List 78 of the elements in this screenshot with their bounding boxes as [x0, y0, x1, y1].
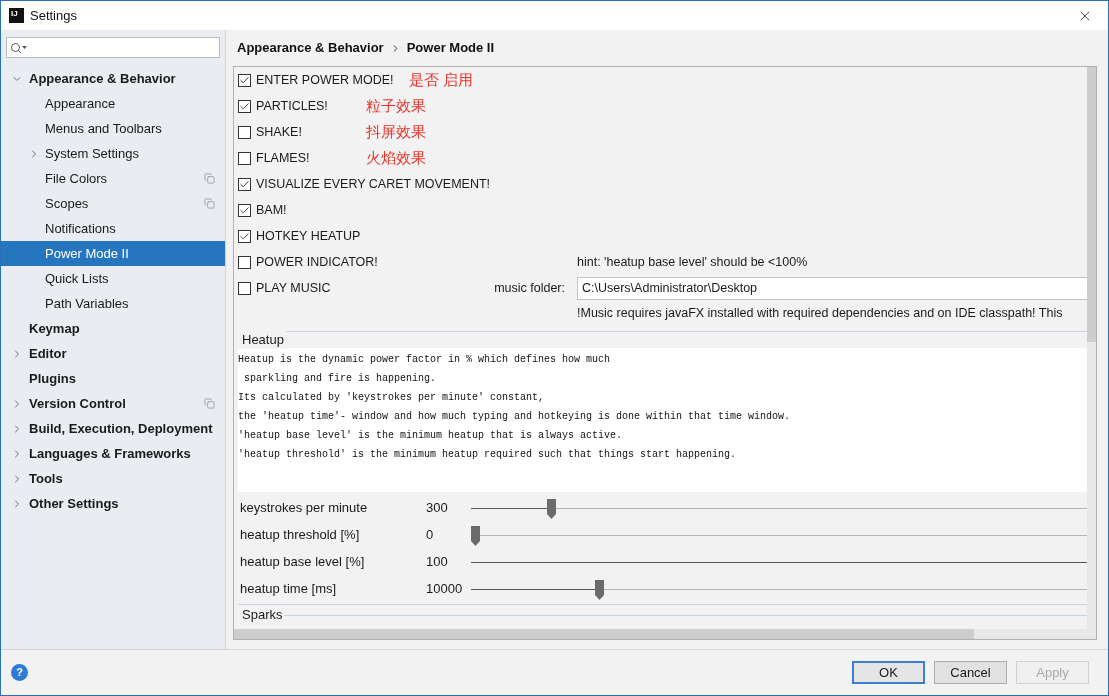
checkbox[interactable] — [238, 151, 251, 165]
hint-text: hint: 'heatup base level' should be <100% — [577, 253, 808, 271]
annotation-note: 粒子效果 — [366, 95, 426, 117]
checkbox[interactable] — [238, 99, 251, 113]
checkbox[interactable] — [238, 281, 251, 295]
tree-item[interactable]: System Settings — [1, 141, 225, 166]
tree-item[interactable]: Notifications — [1, 216, 225, 241]
checkbox-option[interactable]: VISUALIZE EVERY CARET MOVEMENT! — [238, 174, 489, 194]
group-title: Heatup — [238, 329, 286, 350]
horizontal-scrollbar[interactable] — [234, 629, 1087, 639]
slider-thumb[interactable] — [594, 579, 604, 600]
slider-label: heatup threshold [%] — [240, 525, 361, 544]
slider-reading: 300 — [426, 498, 449, 517]
tree-item[interactable]: Editor — [1, 341, 225, 366]
breadcrumb-item[interactable]: Power Mode II — [406, 38, 495, 58]
checkbox-option[interactable]: HOTKEY HEATUP — [238, 226, 361, 246]
description-line: 'heatup base level' is the minimum heatup that is always active. — [238, 429, 623, 443]
folder-field[interactable]: C:\Users\Administrator\Desktop — [577, 276, 1087, 300]
tree-item[interactable]: Appearance — [1, 91, 225, 116]
music-note: !Music requires javaFX installed with required dependencies and on IDE classpath! This — [577, 304, 1063, 322]
slider-track[interactable] — [471, 525, 1087, 544]
dialog-button[interactable]: OK — [852, 661, 925, 684]
slider-reading: 0 — [426, 525, 435, 544]
tree-item[interactable]: Build, Execution, Deployment — [1, 416, 225, 441]
checkbox[interactable] — [238, 229, 251, 243]
help-button[interactable]: ? — [11, 664, 28, 681]
checkbox[interactable] — [238, 125, 251, 139]
slider-reading: 100 — [426, 552, 449, 571]
description-line: Its calculated by 'keystrokes per minute' constant, — [238, 391, 545, 405]
dialog-button[interactable]: Cancel — [934, 661, 1007, 684]
checkbox-option[interactable]: ENTER POWER MODE! — [238, 70, 394, 90]
tree-item[interactable]: Path Variables — [1, 291, 225, 316]
slider-track[interactable] — [471, 498, 1087, 517]
checkbox[interactable] — [238, 73, 251, 87]
window-title: Settings — [30, 6, 77, 25]
annotation-note: 抖屏效果 — [366, 121, 426, 143]
tree-item[interactable]: Plugins — [1, 366, 225, 391]
description-line: Heatup is the dynamic power factor in % which defines how much — [238, 353, 611, 367]
tree-item[interactable]: Power Mode II — [1, 241, 225, 266]
description-line: 'heatup threshold' is the minimum heatup required such that things start happening. — [238, 448, 737, 462]
description-line: sparkling and fire is happening. — [243, 372, 437, 386]
tree-item[interactable]: Other Settings — [1, 491, 225, 516]
app-logo: IJ — [9, 8, 24, 23]
checkbox-option[interactable]: SHAKE! — [238, 122, 351, 142]
tree-item[interactable]: Version Control — [1, 391, 225, 416]
tree-item[interactable]: Quick Lists — [1, 266, 225, 291]
slider-label: heatup base level [%] — [240, 552, 366, 571]
checkbox-option[interactable]: PLAY MUSIC — [238, 278, 351, 298]
checkbox-option[interactable]: PARTICLES! — [238, 96, 351, 116]
checkbox-option[interactable]: FLAMES! — [238, 148, 351, 168]
dropdown-caret-icon — [22, 46, 27, 49]
group-title: Sparks — [241, 606, 283, 625]
tree-item[interactable]: Menus and Toolbars — [1, 116, 225, 141]
slider-label: keystrokes per minute — [240, 498, 369, 517]
search-field[interactable] — [6, 37, 220, 58]
tree-item[interactable]: Tools — [1, 466, 225, 491]
annotation-note: 火焰效果 — [366, 147, 426, 169]
breadcrumb-item[interactable]: Appearance & Behavior — [237, 38, 384, 58]
slider-thumb[interactable] — [547, 498, 557, 519]
tree-item[interactable]: Appearance & Behavior — [1, 66, 225, 91]
search-icon — [10, 41, 22, 54]
checkbox-option[interactable]: POWER INDICATOR! — [238, 252, 378, 272]
slider-thumb[interactable] — [471, 525, 480, 546]
tree-item[interactable]: File Colors — [1, 166, 225, 191]
tree-item[interactable]: Keymap — [1, 316, 225, 341]
tree-item[interactable]: Languages & Frameworks — [1, 441, 225, 466]
tree-item[interactable]: Scopes — [1, 191, 225, 216]
checkbox[interactable] — [238, 203, 251, 217]
checkbox[interactable] — [238, 177, 251, 191]
description-line: the 'heatup time'- window and how much typing and hotkeying is done within that time window. — [238, 410, 791, 424]
checkbox[interactable] — [238, 255, 251, 269]
folder-label: music folder: — [493, 279, 565, 297]
checkbox-option[interactable]: BAM! — [238, 200, 351, 220]
vertical-scrollbar[interactable] — [1087, 67, 1096, 639]
slider-track[interactable] — [471, 579, 1087, 598]
annotation-note: 是否 启用 — [408, 69, 474, 91]
slider-label: heatup time [ms] — [240, 579, 338, 598]
slider-reading: 10000 — [426, 579, 464, 598]
